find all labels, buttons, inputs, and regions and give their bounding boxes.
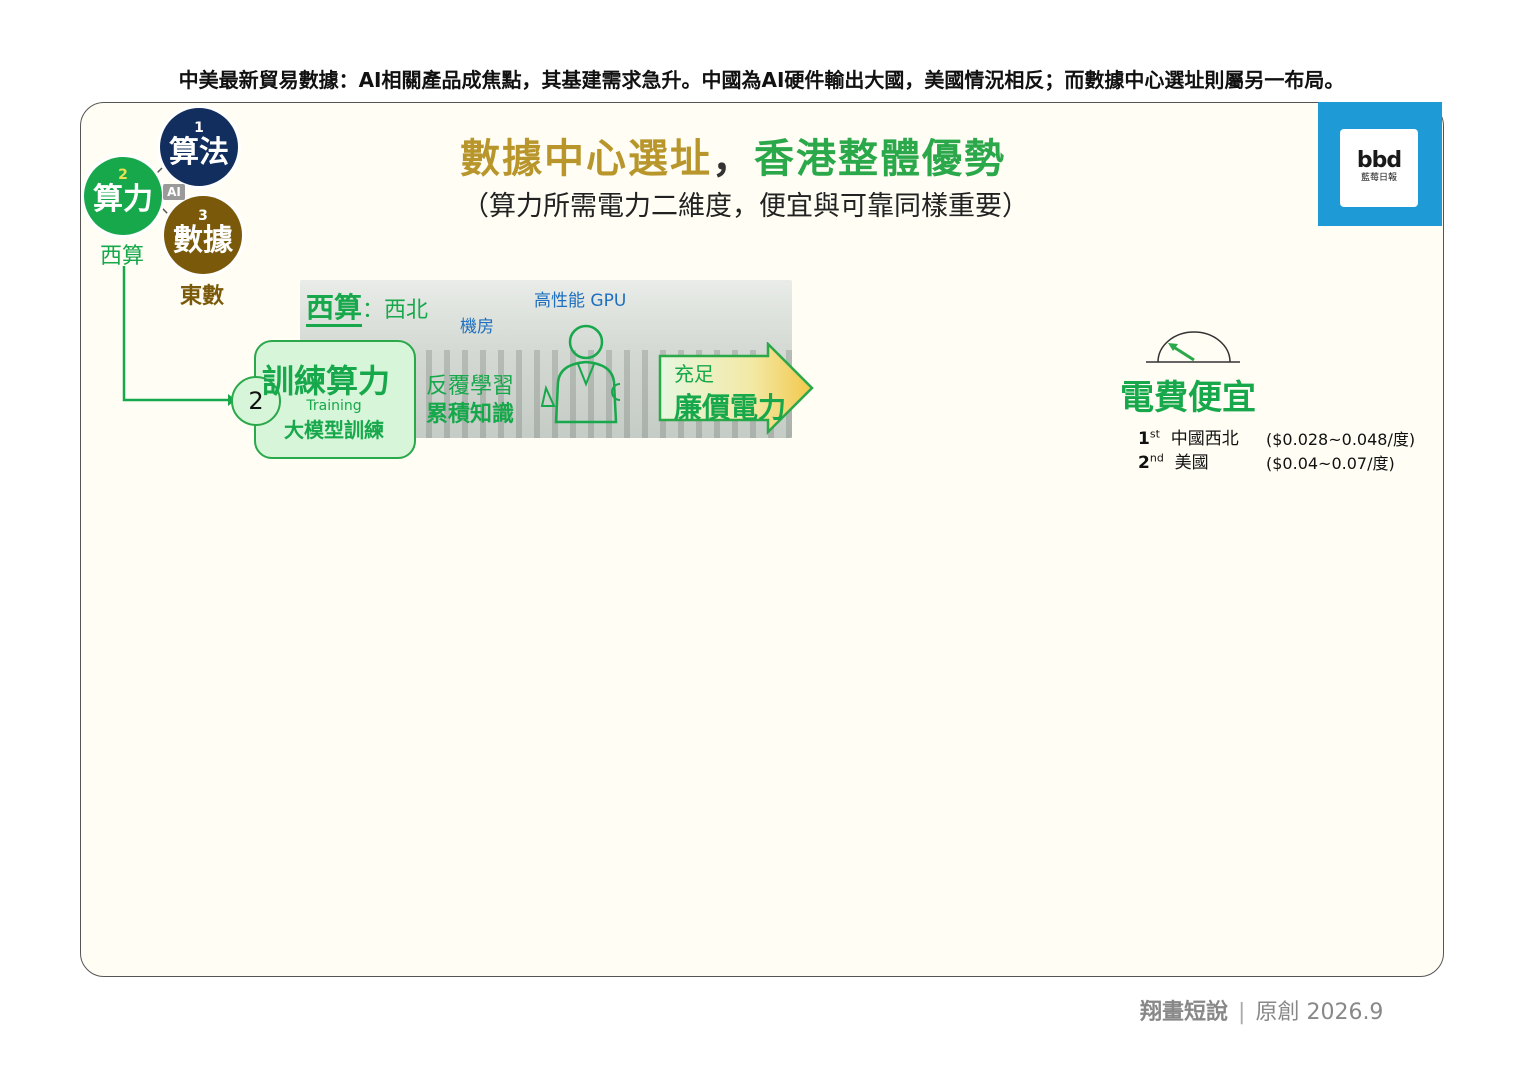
algorithm-label: 算法 — [169, 135, 229, 170]
rank-1-price: ($0.028~0.048/度) — [1266, 430, 1416, 449]
west-block-title-text: 西算 — [306, 291, 363, 327]
training-zh: 大模型訓練 — [284, 418, 384, 442]
rank-2-price: ($0.04~0.07/度) — [1266, 454, 1395, 473]
data-circle: 3 數據 — [164, 196, 242, 274]
label-east-data: 東數 — [180, 284, 225, 309]
ai-tag: AI — [163, 184, 185, 200]
footer-label: 原創 — [1255, 1000, 1300, 1025]
scientist-icon — [540, 324, 620, 424]
algorithm-circle: 1 算法 — [160, 108, 238, 186]
footer-date: 2026.9 — [1306, 1000, 1384, 1025]
rank-1-sup: st — [1149, 427, 1160, 441]
gauge-icon — [1146, 331, 1240, 363]
power-arrow-line1: 充足 — [674, 362, 714, 386]
data-label: 數據 — [173, 223, 233, 258]
rank-2-name: 美國 — [1174, 453, 1209, 473]
learning-line2: 累積知識 — [426, 402, 515, 427]
data-num: 3 — [198, 208, 208, 224]
gpu-label: 高性能 GPU — [534, 291, 627, 311]
cheap-electricity-title: 電費便宜 — [1120, 378, 1256, 418]
algorithm-num: 1 — [194, 120, 204, 136]
rank-2-ord: 2 — [1138, 453, 1150, 473]
rank-1-name: 中國西北 — [1170, 429, 1239, 449]
compute-circle: 2 算力 — [84, 157, 162, 235]
footer-sep: | — [1238, 1000, 1246, 1025]
training-en: Training — [306, 398, 362, 414]
power-arrow-line2: 廉價電力 — [674, 391, 787, 424]
label-west-compute: 西算 — [100, 244, 145, 269]
rank-1-ord: 1 — [1138, 429, 1150, 449]
compute-label: 算力 — [93, 182, 153, 217]
server-room-label: 機房 — [460, 317, 494, 337]
west-block-region: 西北 — [384, 298, 429, 323]
compute-num: 2 — [118, 167, 128, 183]
west-block-title: 西算：西北 — [306, 286, 429, 327]
west-block-colon: ： — [362, 298, 385, 323]
footer: 翔畫短說 | 原創 2026.9 — [1140, 994, 1383, 1026]
rank-row-1: 1st 中國西北 — [1138, 424, 1239, 449]
rank-row-2: 2nd 美國 — [1138, 448, 1209, 473]
footer-brand: 翔畫短說 — [1140, 1000, 1229, 1025]
rank-2-sup: nd — [1149, 451, 1164, 465]
training-title: 訓練算力 — [262, 362, 391, 400]
